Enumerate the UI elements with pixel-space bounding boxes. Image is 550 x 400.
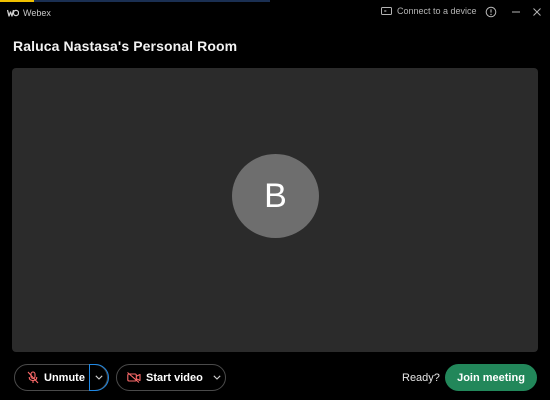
meeting-controls: Unmute Start video Ready? Join meeting [0, 363, 550, 393]
minimize-icon[interactable] [510, 6, 522, 18]
mic-muted-icon [27, 371, 39, 384]
unmute-button[interactable]: Unmute [15, 365, 85, 390]
avatar: B [232, 154, 319, 238]
start-video-button[interactable]: Start video [117, 365, 203, 390]
close-icon[interactable] [531, 6, 543, 18]
info-icon[interactable] [485, 6, 497, 18]
connect-device-button[interactable]: Connect to a device [381, 6, 477, 16]
video-off-icon [127, 372, 141, 383]
video-preview: B [12, 68, 538, 352]
video-options-dropdown[interactable] [209, 365, 225, 390]
audio-control-group: Unmute [14, 364, 109, 391]
title-bar: Webex Connect to a device [0, 3, 550, 25]
video-control-group: Start video [116, 364, 226, 391]
cast-device-icon [381, 6, 392, 15]
top-accent-bar [0, 0, 270, 2]
chevron-down-icon [95, 375, 103, 380]
join-meeting-button[interactable]: Join meeting [445, 364, 537, 391]
unmute-label: Unmute [44, 371, 85, 384]
connect-device-label: Connect to a device [397, 6, 477, 16]
app-name: Webex [23, 8, 51, 18]
webex-logo-icon [7, 9, 19, 17]
chevron-down-icon [213, 375, 221, 380]
start-video-label: Start video [146, 371, 203, 384]
audio-options-dropdown[interactable] [89, 364, 109, 391]
ready-label: Ready? [402, 372, 440, 384]
room-title: Raluca Nastasa's Personal Room [13, 38, 238, 54]
top-accent-yellow [0, 0, 34, 2]
